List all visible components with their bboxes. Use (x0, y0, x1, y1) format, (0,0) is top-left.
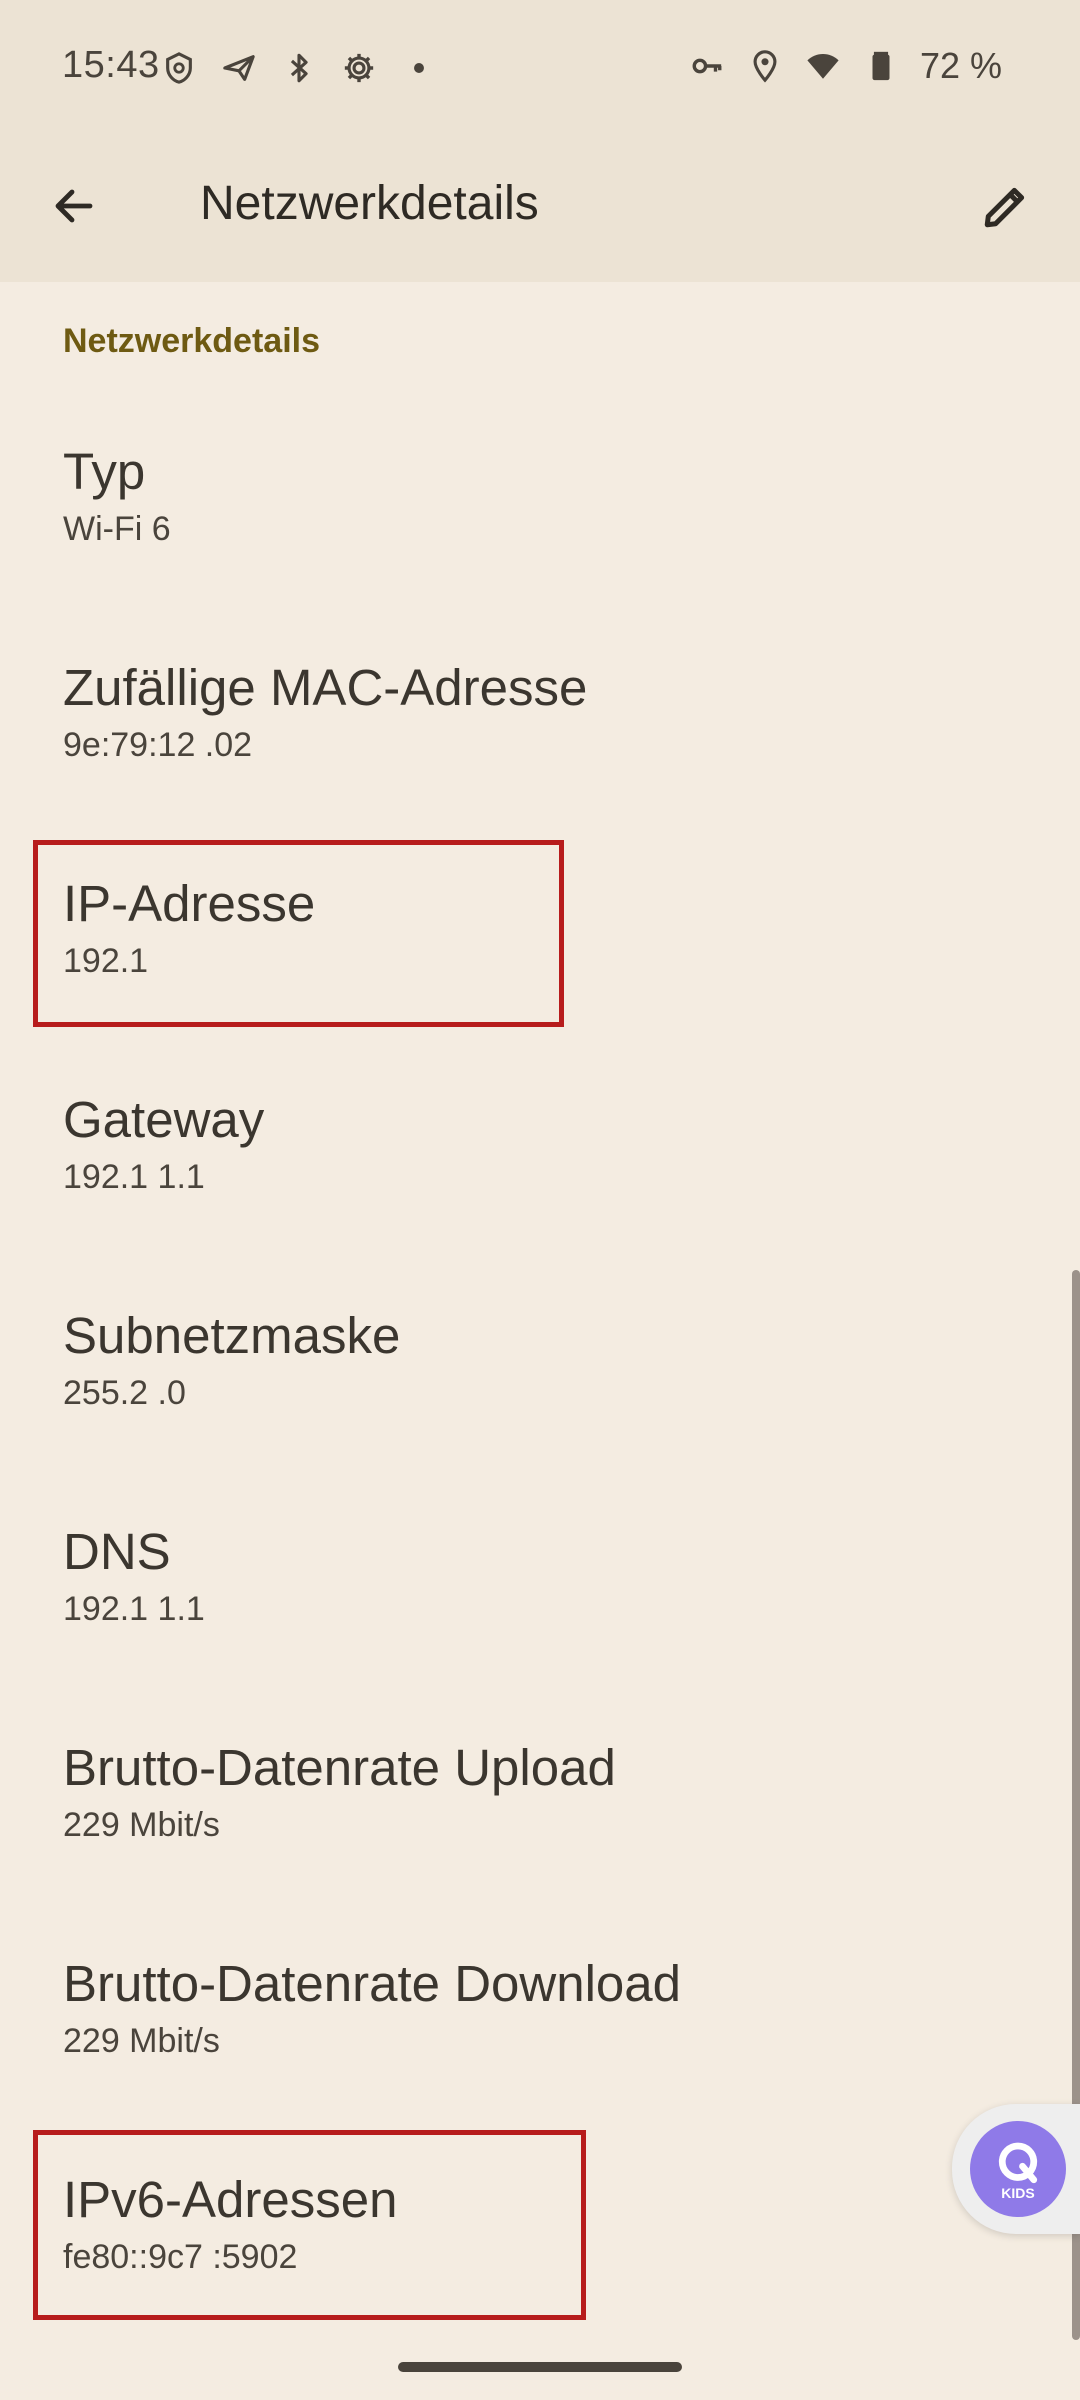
kids-floating-button[interactable]: KIDS (952, 2104, 1080, 2234)
location-icon (746, 47, 784, 85)
battery-percentage: 72 % (919, 45, 1002, 86)
detail-subnet-mask[interactable]: Subnetzmaske 255.2 .0 (63, 1306, 1013, 1476)
top-app-area: 15:43 72 % Netzwerkdetails (0, 0, 1080, 282)
kids-q-icon (998, 2142, 1038, 2184)
detail-value: Wi-Fi 6 (63, 510, 171, 548)
detail-download-rate[interactable]: Brutto-Datenrate Download 229 Mbit/s (63, 1954, 1013, 2124)
ip-address-highlight (33, 840, 564, 1027)
wifi-icon (804, 47, 842, 85)
home-indicator[interactable] (398, 2362, 682, 2372)
dot-icon (400, 49, 438, 87)
settings-gear-icon (340, 49, 378, 87)
back-button[interactable] (34, 166, 114, 246)
detail-title: Gateway (63, 1091, 265, 1148)
detail-title: Brutto-Datenrate Download (63, 1955, 682, 2012)
bluetooth-icon (280, 49, 318, 87)
send-icon (220, 49, 258, 87)
detail-title: Zufällige MAC-Adresse (63, 659, 588, 716)
key-icon (688, 47, 726, 85)
status-left-icons (160, 48, 438, 88)
edit-button[interactable] (966, 166, 1046, 246)
detail-value: 255.2 .0 (63, 1374, 186, 1412)
detail-value: 192.1 1.1 (63, 1158, 205, 1196)
arrow-back-icon (55, 189, 93, 223)
status-time: 15:43 (62, 44, 160, 86)
detail-title: DNS (63, 1523, 171, 1580)
detail-value: 229 Mbit/s (63, 1806, 220, 1844)
page-title: Netzwerkdetails (200, 177, 539, 230)
pencil-icon (984, 187, 1025, 228)
vpn-shield-icon (160, 49, 198, 87)
section-header: Netzwerkdetails (63, 322, 320, 360)
detail-mac-address[interactable]: Zufällige MAC-Adresse 9e:79:12 .02 (63, 658, 1013, 828)
status-right-icons: 72 % (688, 44, 1002, 88)
detail-gateway[interactable]: Gateway 192.1 1.1 (63, 1090, 1013, 1260)
kids-label: KIDS (1001, 2185, 1035, 2201)
detail-value: 229 Mbit/s (63, 2022, 220, 2060)
detail-upload-rate[interactable]: Brutto-Datenrate Upload 229 Mbit/s (63, 1738, 1013, 1908)
ipv6-address-highlight (33, 2130, 586, 2320)
detail-title: Subnetzmaske (63, 1307, 401, 1364)
battery-icon (862, 47, 900, 85)
detail-title: Brutto-Datenrate Upload (63, 1739, 616, 1796)
detail-dns[interactable]: DNS 192.1 1.1 (63, 1522, 1013, 1692)
detail-value: 192.1 1.1 (63, 1590, 205, 1628)
detail-title: Typ (63, 443, 146, 500)
detail-value: 9e:79:12 .02 (63, 726, 253, 764)
app-bar: Netzwerkdetails (0, 140, 1080, 280)
kids-logo: KIDS (970, 2121, 1066, 2217)
detail-type[interactable]: Typ Wi-Fi 6 (63, 442, 1013, 612)
status-bar: 15:43 72 % (0, 0, 1080, 136)
